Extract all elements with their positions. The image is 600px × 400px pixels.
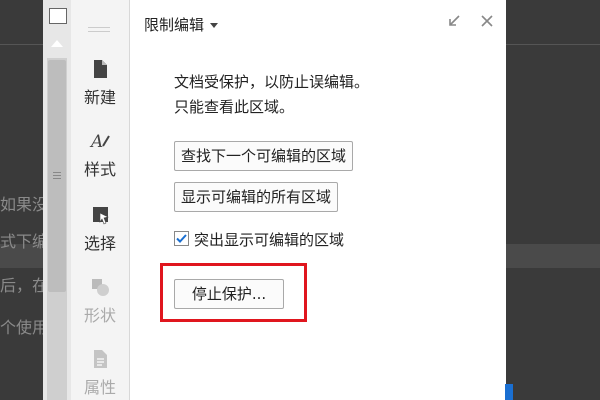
scroll-up-icon[interactable]: [51, 40, 63, 47]
collapse-panel-icon[interactable]: [445, 12, 463, 30]
style-icon: A: [89, 132, 110, 152]
sidebar-item-label: 样式: [83, 160, 116, 179]
panel-layout-icon[interactable]: [49, 8, 67, 24]
svg-text:A: A: [89, 132, 103, 152]
panel-title-dropdown[interactable]: 限制编辑: [144, 14, 219, 35]
highlight-editable-regions-checkbox[interactable]: [174, 231, 189, 246]
document-text-line: 个使用: [0, 318, 49, 337]
properties-icon: [94, 350, 107, 368]
sidebar-item-shape: 形状: [71, 276, 129, 326]
sidebar: 新建 A 样式 选择 形状 属性: [71, 0, 129, 400]
highlight-editable-regions-checkbox-row[interactable]: 突出显示可编辑的区域: [174, 229, 344, 250]
description-line: 文档受保护，以防止误编辑。: [174, 73, 370, 91]
scrollbar-accent: [505, 384, 513, 400]
chevron-down-icon: [210, 23, 219, 28]
sidebar-item-new[interactable]: 新建: [71, 58, 129, 108]
sidebar-item-properties: 属性: [71, 348, 129, 398]
drag-handle-icon[interactable]: [88, 24, 110, 35]
sidebar-item-label: 选择: [83, 234, 116, 253]
restrict-editing-panel: 限制编辑 文档受保护，以防止误编辑。 只能查看此区域。 查找下一个可编辑的区域 …: [129, 0, 506, 400]
find-next-editable-region-button[interactable]: 查找下一个可编辑的区域: [174, 141, 354, 171]
close-icon[interactable]: [478, 12, 496, 30]
sidebar-item-label: 形状: [83, 306, 116, 325]
shape-icon: [92, 279, 109, 296]
select-icon: [93, 207, 109, 225]
document-text-line: 后，在: [0, 276, 49, 295]
document-text-line: 式下编: [0, 232, 49, 251]
protection-description: 文档受保护，以防止误编辑。 只能查看此区域。: [174, 70, 369, 120]
sidebar-item-style[interactable]: A 样式: [71, 130, 129, 180]
vertical-toolbar: [43, 0, 71, 400]
highlight-editable-regions-label: 突出显示可编辑的区域: [194, 231, 345, 249]
sidebar-item-label: 属性: [83, 378, 116, 397]
grip-icon[interactable]: [53, 170, 61, 181]
sidebar-item-label: 新建: [83, 88, 116, 107]
highlight-annotation-box: [160, 263, 307, 322]
document-text-line: 如果没: [0, 195, 49, 214]
show-all-editable-regions-button[interactable]: 显示可编辑的所有区域: [174, 182, 339, 212]
panel-title: 限制编辑: [144, 16, 205, 34]
sidebar-item-select[interactable]: 选择: [71, 204, 129, 254]
new-document-icon: [94, 60, 107, 78]
description-line: 只能查看此区域。: [174, 98, 295, 116]
checkmark-icon: [176, 234, 187, 243]
